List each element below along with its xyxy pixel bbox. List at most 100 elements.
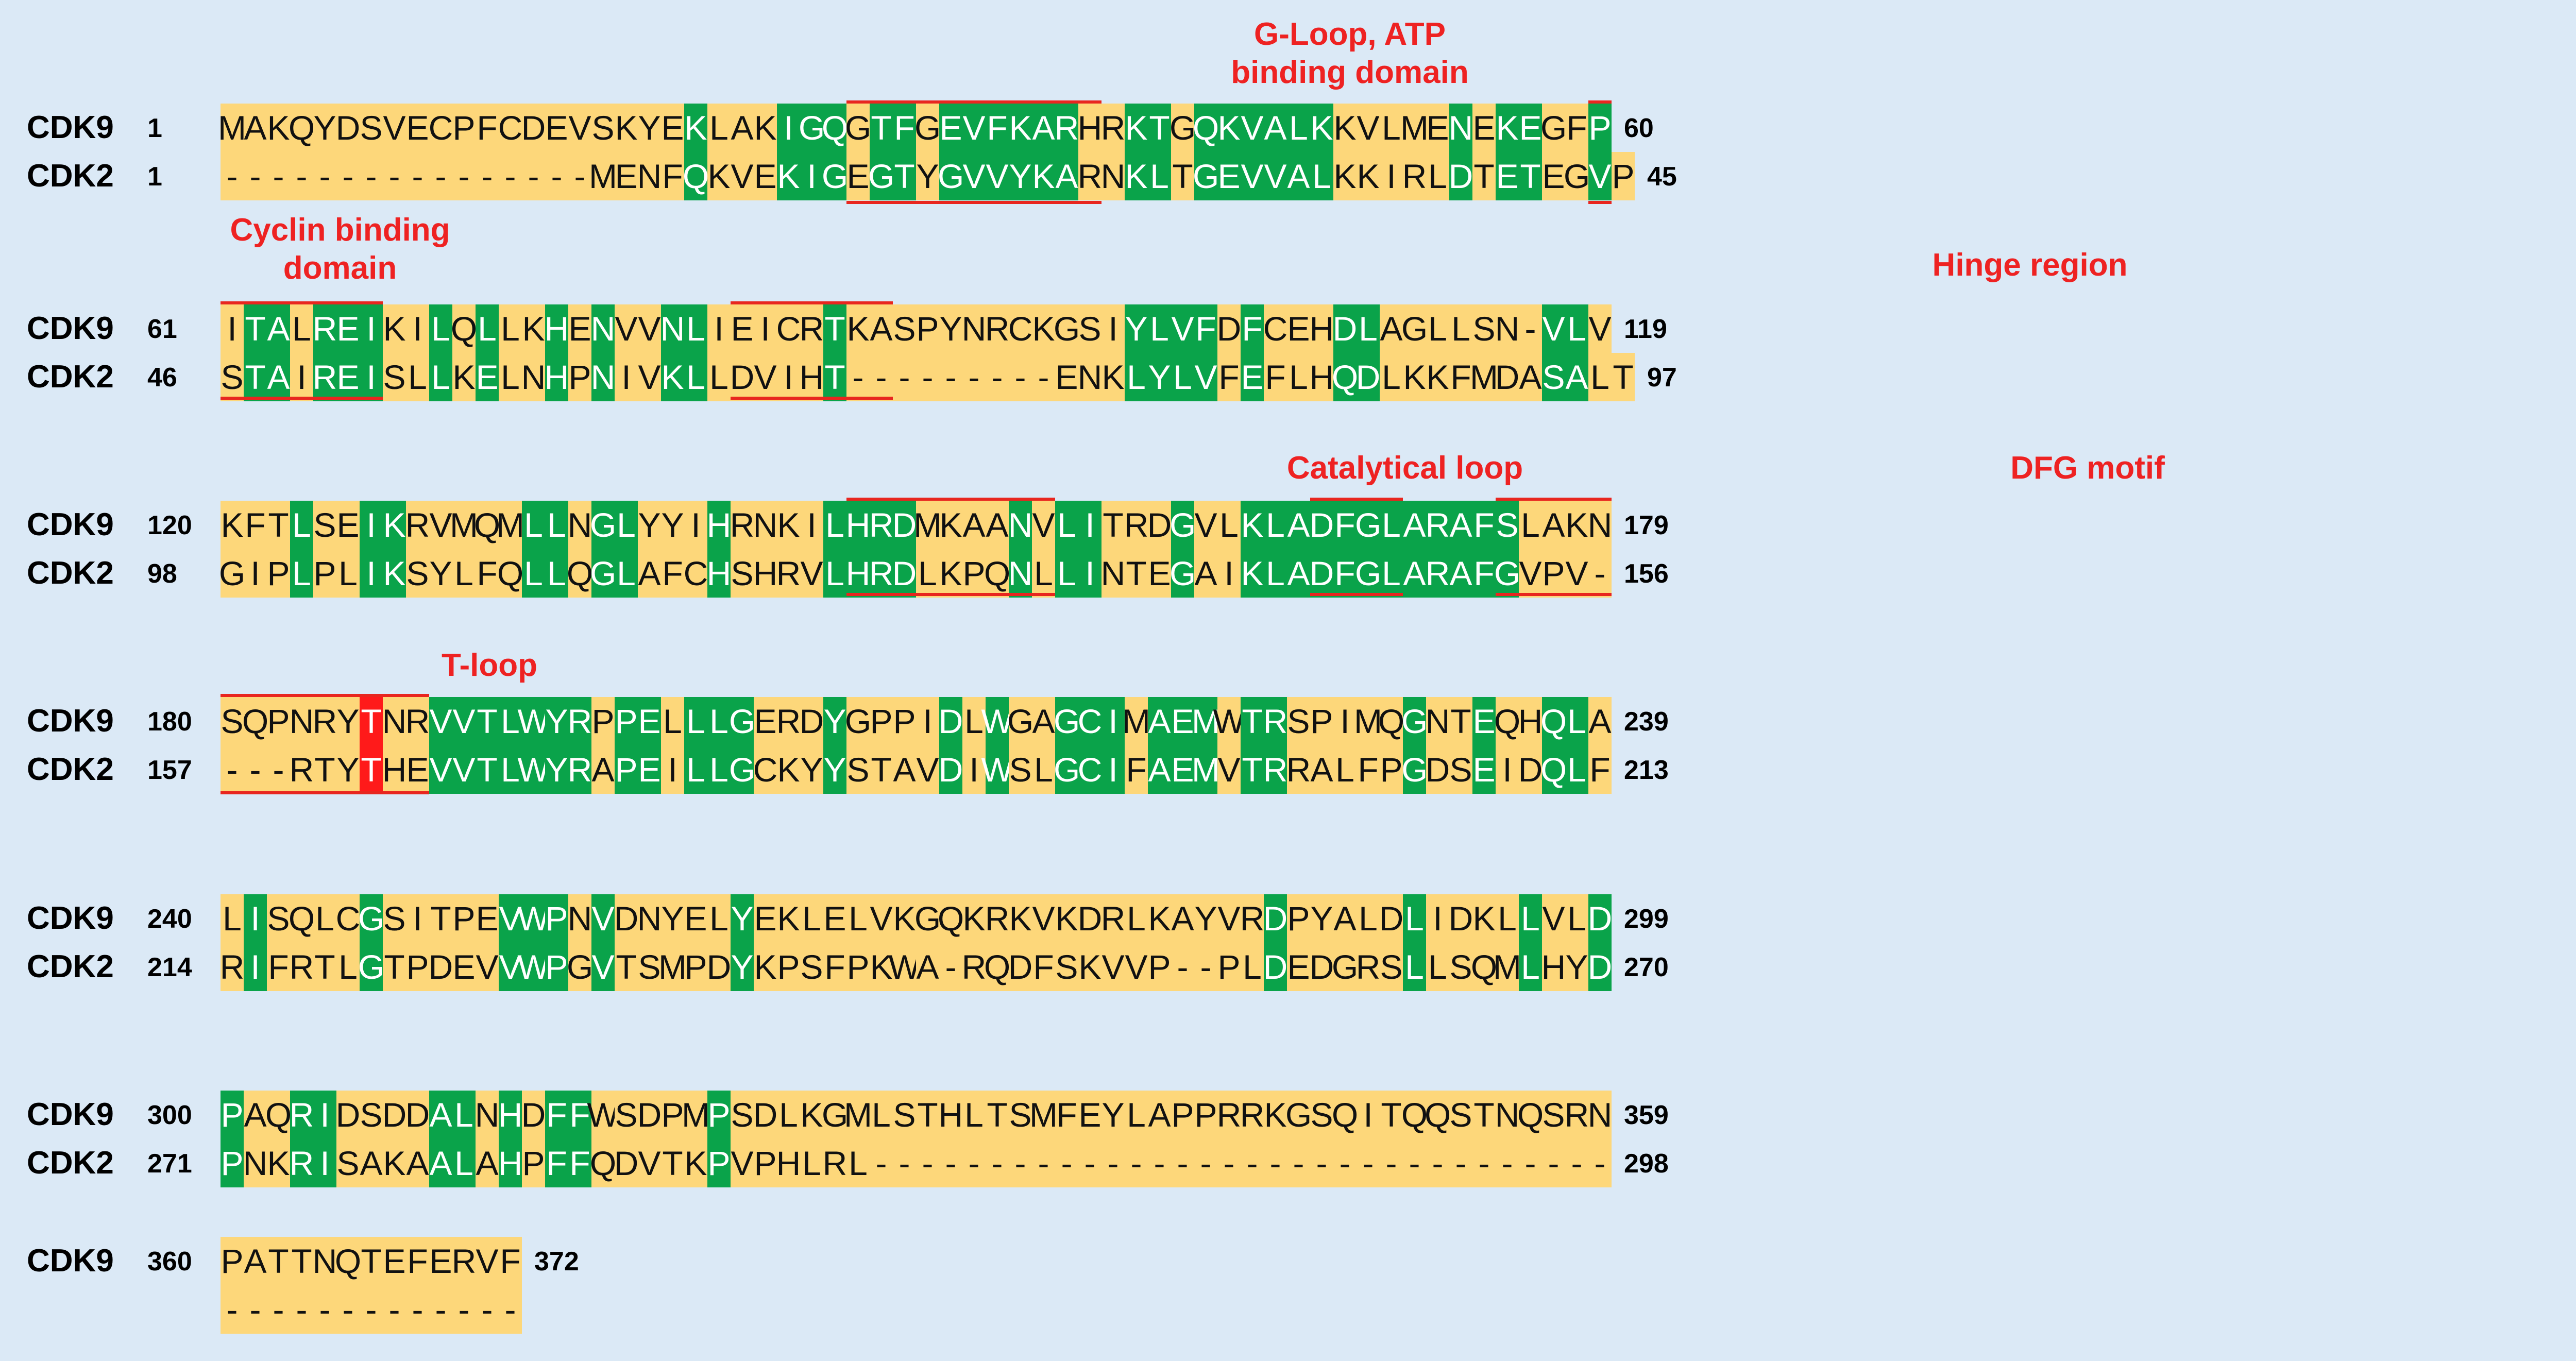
residue: K: [267, 104, 290, 152]
residue: -: [1472, 1139, 1496, 1187]
residue: R: [800, 304, 824, 353]
residue: D: [1078, 894, 1102, 943]
residue: D: [1588, 894, 1612, 943]
residue: -: [893, 1139, 916, 1187]
residue: S: [1310, 1091, 1333, 1139]
residue: P: [846, 943, 870, 991]
residue: Q: [1540, 697, 1567, 745]
residue: L: [313, 894, 336, 943]
residue: Q: [1332, 1091, 1358, 1139]
start-position-cdk9: 240: [147, 904, 192, 934]
annotation-bracket-line: [1310, 593, 1403, 596]
sequence-name-cdk9: CDK9: [27, 1243, 114, 1279]
residue: K: [1078, 943, 1101, 991]
residue: T: [986, 1091, 1009, 1139]
residue: Q: [1517, 1091, 1544, 1139]
residue: G: [1054, 304, 1080, 353]
residue: A: [244, 104, 267, 152]
residue: F: [1125, 745, 1148, 794]
residue: C: [1078, 745, 1102, 794]
annotation-bracket-line: [1310, 498, 1403, 501]
residue: M: [913, 501, 942, 549]
start-position-cdk9: 180: [147, 707, 192, 737]
start-position-cdk2: 46: [147, 363, 177, 393]
residue: V: [1588, 152, 1612, 200]
residue: L: [1310, 152, 1333, 200]
residue: N: [568, 894, 592, 943]
residue: -: [1542, 1139, 1565, 1187]
residue: K: [1496, 104, 1519, 152]
residue: A: [244, 1091, 267, 1139]
residue: A: [1287, 152, 1310, 200]
residue: Q: [984, 549, 1010, 598]
residue: N: [1008, 549, 1032, 598]
residue: R: [1263, 745, 1287, 794]
residue: V: [754, 353, 777, 401]
residue: E: [406, 745, 429, 794]
residue: I: [1101, 304, 1125, 353]
residue: K: [777, 501, 800, 549]
residue: K: [1241, 549, 1264, 598]
residue: -: [290, 1285, 313, 1334]
residue: I: [244, 943, 267, 991]
residue: D: [1263, 943, 1287, 991]
residue: L: [1426, 943, 1449, 991]
residue: E: [638, 745, 661, 794]
residue: S: [1472, 304, 1496, 353]
residue: K: [800, 1091, 823, 1139]
residue: R: [1124, 501, 1148, 549]
residue: L: [336, 943, 360, 991]
residue: L: [1426, 304, 1449, 353]
residue: R: [568, 745, 592, 794]
residue: L: [452, 1091, 476, 1139]
residue: I: [916, 697, 939, 745]
residue: A: [1148, 745, 1171, 794]
alignment-figure: CDK9 1 M A K Q Y D S V E C P F C D E V S K Y E K L A K I G Q G T F G E V F K…: [0, 0, 2576, 1361]
residue: F: [1588, 745, 1612, 794]
residue: L: [846, 1139, 870, 1187]
residue: R: [220, 943, 244, 991]
residue: I: [1496, 745, 1519, 794]
residue: F: [476, 549, 499, 598]
residue: F: [267, 943, 290, 991]
residue: P: [754, 1139, 777, 1187]
residue: T: [823, 353, 846, 401]
residue: N: [475, 1091, 499, 1139]
residue: D: [1263, 894, 1287, 943]
residue: N: [313, 1237, 337, 1285]
residue: V: [986, 152, 1009, 200]
residue: V: [452, 697, 476, 745]
residue: A: [1588, 697, 1612, 745]
residue: P: [707, 1139, 731, 1187]
residue: S: [221, 697, 244, 745]
residue: -: [499, 1285, 522, 1334]
residue: G: [1193, 152, 1219, 200]
sequence-name-cdk2: CDK2: [27, 158, 114, 194]
residue: L: [1496, 894, 1519, 943]
residue: L: [615, 549, 638, 598]
residue: D: [521, 1091, 546, 1139]
residue: Y: [939, 304, 962, 353]
residue: Y: [638, 501, 661, 549]
residue: K: [383, 501, 406, 549]
sequence-cdk9: LISQLCGSITPEVWPNVDNYELYEKLELVKGQKRKVKDRL…: [221, 894, 1612, 943]
residue: T: [1171, 152, 1194, 200]
residue: T: [476, 697, 499, 745]
residue: Q: [590, 1139, 616, 1187]
residue: Y: [638, 104, 661, 152]
residue: G: [1540, 104, 1567, 152]
residue: S: [1542, 353, 1565, 401]
end-position-cdk2: 97: [1647, 363, 1677, 393]
residue: G: [1054, 745, 1080, 794]
residue: L: [1519, 894, 1542, 943]
residue: L: [800, 1139, 823, 1187]
residue: D: [892, 501, 917, 549]
residue: G: [1332, 943, 1358, 991]
residue: D: [429, 943, 453, 991]
residue: H: [939, 1091, 963, 1139]
residue: L: [1519, 501, 1542, 549]
residue: -: [1009, 353, 1032, 401]
residue: N: [1101, 549, 1125, 598]
residue: A: [638, 549, 661, 598]
residue: F: [893, 104, 916, 152]
